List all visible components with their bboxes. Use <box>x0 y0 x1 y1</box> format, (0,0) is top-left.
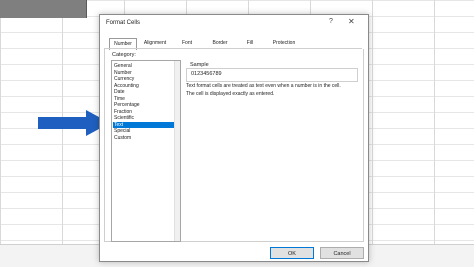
tab-font[interactable]: Font <box>178 38 196 48</box>
category-label: Category: <box>112 52 136 58</box>
format-cells-dialog: Format Cells ? ✕ Number Alignment Font B… <box>99 14 369 262</box>
tab-fill[interactable]: Fill <box>243 38 257 48</box>
help-button[interactable]: ? <box>329 18 333 25</box>
close-button[interactable]: ✕ <box>348 17 355 26</box>
format-description: Text format cells are treated as text ev… <box>186 83 358 98</box>
tab-protection[interactable]: Protection <box>268 38 300 48</box>
selected-cell-range[interactable] <box>0 0 87 18</box>
category-item-custom[interactable]: Custom <box>113 135 175 142</box>
sample-box: 0123456789 <box>186 68 358 82</box>
description-line-1: Text format cells are treated as text ev… <box>186 83 341 89</box>
category-list[interactable]: General Number Currency Accounting Date … <box>111 60 181 242</box>
cancel-button[interactable]: Cancel <box>320 247 364 259</box>
dialog-title: Format Cells <box>106 20 141 26</box>
sample-value: 0123456789 <box>191 71 222 77</box>
description-line-2: The cell is displayed exactly as entered… <box>186 90 275 97</box>
tab-alignment[interactable]: Alignment <box>139 38 171 48</box>
ok-button[interactable]: OK <box>270 247 314 259</box>
category-scrollbar[interactable] <box>174 61 180 241</box>
tab-border[interactable]: Border <box>208 38 232 48</box>
